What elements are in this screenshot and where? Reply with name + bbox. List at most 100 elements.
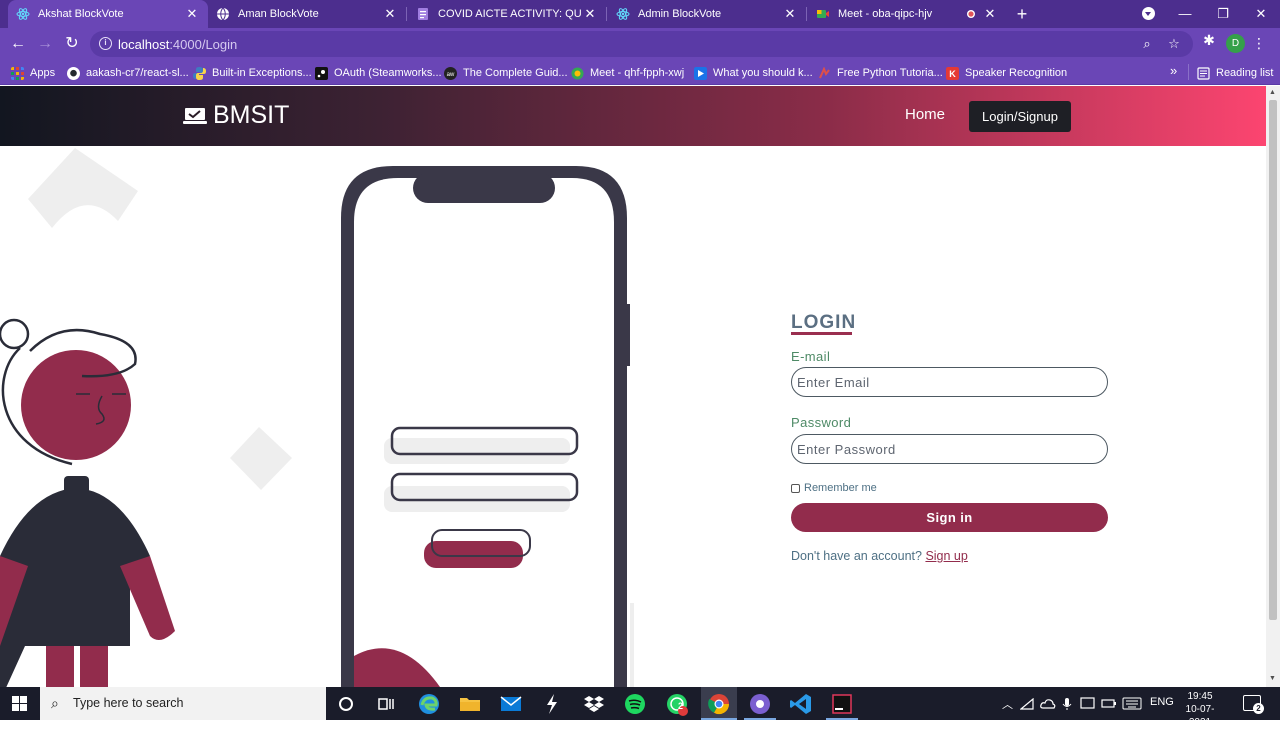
browser-toolbar: ← → ↻ i localhost:4000/Login ⌕ ☆ <box>0 28 1280 60</box>
file-explorer-icon[interactable] <box>457 691 483 717</box>
remember-me[interactable]: Remember me <box>791 482 877 494</box>
tab-title: Meet - oba-qipc-hjv <box>838 8 933 20</box>
task-view-icon[interactable] <box>373 691 399 717</box>
scroll-down-icon[interactable]: ▼ <box>1269 675 1276 682</box>
minimize-button[interactable]: — <box>1166 0 1204 28</box>
forward-button[interactable]: → <box>33 32 57 56</box>
sign-up-link[interactable]: Sign up <box>925 549 967 563</box>
bookmark-meet[interactable]: Meet - qhf-fpph-xwj <box>571 64 684 82</box>
cortana-icon[interactable] <box>333 691 359 717</box>
email-field[interactable] <box>791 367 1108 397</box>
notification-count-badge: 2 <box>1253 703 1264 714</box>
more-menu-icon[interactable]: ⋮ <box>1252 33 1266 53</box>
reading-list[interactable]: Reading list <box>1197 64 1273 82</box>
decor-shape <box>28 148 138 228</box>
display-icon[interactable] <box>1080 697 1096 711</box>
sign-in-button[interactable]: Sign in <box>791 503 1108 532</box>
tab-aman-blockvote[interactable]: Aman BlockVote ✕ <box>208 0 406 28</box>
bookmark-label: OAuth (Steamworks... <box>334 67 442 79</box>
scroll-thumb[interactable] <box>1269 100 1277 620</box>
tab-title: Admin BlockVote <box>638 8 722 20</box>
globe-icon <box>217 7 229 21</box>
site-info-icon[interactable]: i <box>99 37 112 50</box>
tab-akshat-blockvote[interactable]: Akshat BlockVote ✕ <box>8 0 208 28</box>
close-icon[interactable]: ✕ <box>382 6 398 22</box>
jetbrains-icon[interactable] <box>829 691 855 717</box>
taskbar-search-box[interactable]: ⌕ Type here to search <box>40 687 326 720</box>
back-button[interactable]: ← <box>6 32 30 56</box>
tab-search-icon[interactable] <box>1142 7 1155 20</box>
decor-diamond <box>230 427 292 490</box>
page-scrollbar[interactable]: ▲ ▼ <box>1266 86 1280 687</box>
close-icon[interactable]: ✕ <box>582 6 598 22</box>
windows-start-icon[interactable] <box>12 696 27 711</box>
password-field[interactable] <box>791 434 1108 464</box>
bookmark-complete-guide[interactable]: aw The Complete Guid... <box>444 64 568 82</box>
edge-icon[interactable] <box>416 691 442 717</box>
close-icon[interactable]: ✕ <box>982 6 998 22</box>
bookmark-star-icon[interactable]: ☆ <box>1165 35 1183 53</box>
tab-covid-quiz[interactable]: COVID AICTE ACTIVITY: QUIZ-6 ✕ <box>408 0 606 28</box>
tab-admin-blockvote[interactable]: Admin BlockVote ✕ <box>608 0 806 28</box>
battery-icon[interactable] <box>1101 698 1117 709</box>
taskbar-clock[interactable]: 19:45 10-07-2021 <box>1177 690 1223 729</box>
tray-chevron-icon[interactable]: ︿ <box>1002 696 1013 712</box>
title-underline <box>791 332 852 335</box>
dropbox-icon[interactable] <box>581 691 607 717</box>
bookmark-separator <box>1188 64 1189 80</box>
close-icon[interactable]: ✕ <box>184 6 200 22</box>
react-icon <box>616 8 630 20</box>
bookmark-oauth-steamworks[interactable]: OAuth (Steamworks... <box>315 64 442 82</box>
close-window-button[interactable]: ✕ <box>1242 0 1280 28</box>
address-bar[interactable]: i localhost:4000/Login ⌕ ☆ <box>90 31 1193 57</box>
laptop-check-icon <box>183 107 207 124</box>
close-icon[interactable]: ✕ <box>782 6 798 22</box>
more-bookmarks-icon[interactable]: » <box>1170 63 1177 78</box>
chrome-profile-icon[interactable] <box>747 691 773 717</box>
login-illustration <box>0 148 634 687</box>
site-brand[interactable]: BMSIT <box>183 101 289 130</box>
bookmark-apps[interactable]: Apps <box>11 64 55 82</box>
bookmark-speaker-recognition[interactable]: K Speaker Recognition <box>946 64 1067 82</box>
profile-avatar[interactable]: D <box>1226 34 1245 53</box>
spotify-icon[interactable] <box>622 691 648 717</box>
github-icon <box>67 66 80 80</box>
zoom-icon[interactable]: ⌕ <box>1138 35 1156 53</box>
bookmark-github[interactable]: aakash-cr7/react-sl... <box>67 64 189 82</box>
whatsapp-icon[interactable] <box>664 691 690 717</box>
reading-list-label: Reading list <box>1216 67 1274 79</box>
scroll-up-icon[interactable]: ▲ <box>1269 89 1276 96</box>
email-label: E-mail <box>791 349 831 364</box>
extensions-icon[interactable]: ✱ <box>1200 32 1218 52</box>
mail-icon[interactable] <box>498 691 524 717</box>
react-icon <box>16 8 30 20</box>
tab-meet[interactable]: Meet - oba-qipc-hjv ✕ <box>808 0 1006 28</box>
restore-button[interactable]: ❐ <box>1204 0 1242 28</box>
bookmark-label: What you should k... <box>713 67 813 79</box>
steam-icon <box>315 66 328 80</box>
remember-me-checkbox[interactable] <box>791 483 800 493</box>
keyboard-icon[interactable] <box>1122 697 1142 710</box>
network-icon[interactable] <box>1020 698 1034 710</box>
bookmark-python-exceptions[interactable]: Built-in Exceptions... <box>193 64 312 82</box>
bookmark-what-you-should[interactable]: What you should k... <box>694 64 813 82</box>
slash-app-icon[interactable] <box>539 691 565 717</box>
reload-button[interactable]: ↻ <box>60 32 84 56</box>
language-indicator[interactable]: ENG <box>1150 696 1174 708</box>
new-tab-button[interactable]: + <box>1011 3 1033 25</box>
recording-icon <box>967 10 975 18</box>
python-icon <box>193 66 206 80</box>
microphone-icon[interactable] <box>1062 697 1072 711</box>
meet-icon <box>571 67 584 79</box>
bookmark-free-python[interactable]: Free Python Tutoria... <box>818 64 943 82</box>
bookmark-label: Built-in Exceptions... <box>212 67 312 79</box>
vscode-icon[interactable] <box>788 691 814 717</box>
chrome-icon[interactable] <box>706 691 732 717</box>
bookmark-label: aakash-cr7/react-sl... <box>86 67 189 79</box>
remember-me-label: Remember me <box>804 482 877 494</box>
bookmark-label: Speaker Recognition <box>965 67 1068 79</box>
signup-prompt: Don't have an account? <box>791 549 922 563</box>
nav-home-link[interactable]: Home <box>905 106 945 123</box>
cloud-icon[interactable] <box>1040 698 1056 710</box>
nav-login-signup-button[interactable]: Login/Signup <box>969 101 1071 132</box>
